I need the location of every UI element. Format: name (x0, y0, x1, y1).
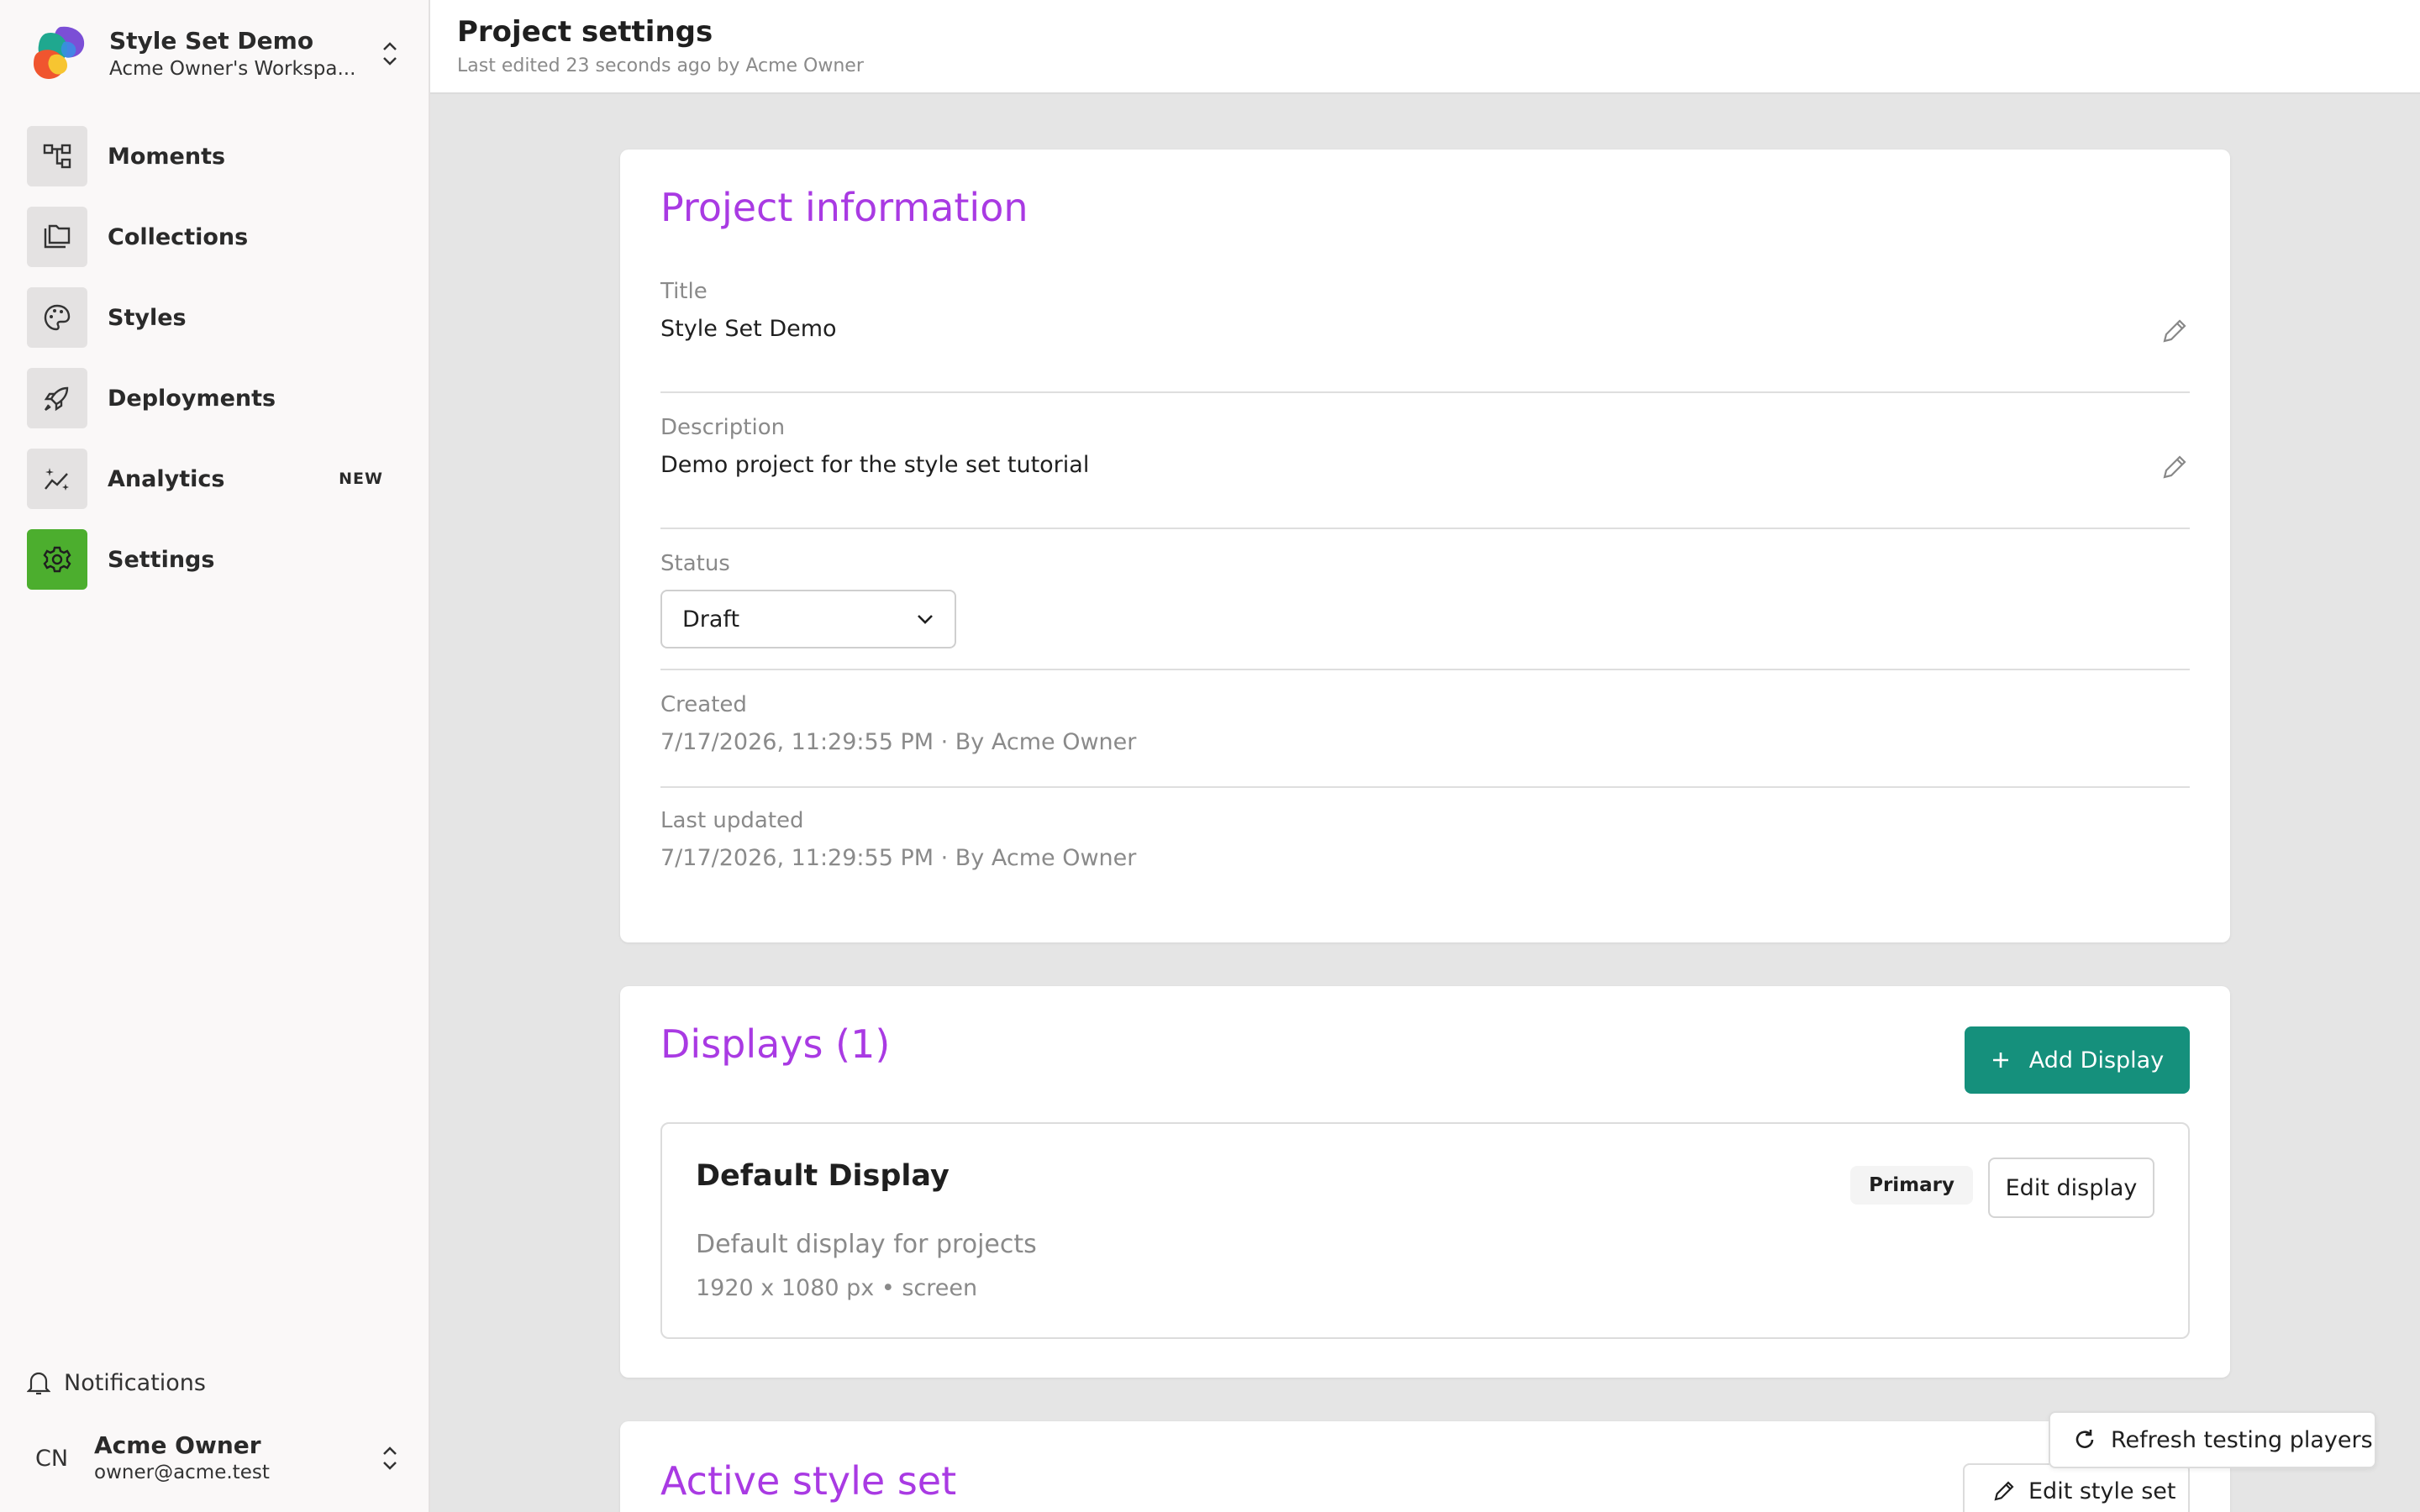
user-email: owner@acme.test (94, 1462, 270, 1483)
edit-title-pencil-icon[interactable] (2160, 316, 2190, 346)
displays-card: Displays (1) Add Display Default Display… (620, 986, 2230, 1378)
avatar: CN (35, 1445, 69, 1472)
section-title: Active style set (660, 1458, 957, 1504)
user-name: Acme Owner (94, 1431, 261, 1459)
last-updated-value: 7/17/2026, 11:29:55 PM · By Acme Owner (660, 845, 1137, 871)
sidebar-item-label: Moments (108, 143, 226, 170)
workspace-switcher[interactable]: Style Set Demo Acme Owner's Workspa... (27, 22, 403, 86)
sidebar-item-settings[interactable]: Settings (27, 529, 403, 590)
status-value: Draft (682, 606, 740, 633)
display-item: Default Display Primary Edit display Def… (660, 1122, 2190, 1339)
field-label: Description (660, 415, 786, 440)
page-title: Project settings (457, 15, 713, 49)
last-edited-text: Last edited 23 seconds ago by Acme Owner (457, 55, 864, 76)
primary-badge: Primary (1850, 1166, 1973, 1205)
field-label: Last updated (660, 808, 804, 833)
refresh-testing-players-button[interactable]: Refresh testing players (2049, 1411, 2376, 1468)
divider (660, 786, 2190, 788)
bell-icon (27, 1372, 50, 1395)
active-style-set-card: Active style set Edit style set (620, 1421, 2230, 1512)
user-menu[interactable]: CN Acme Owner owner@acme.test (27, 1428, 403, 1488)
created-field: Created 7/17/2026, 11:29:55 PM · By Acme… (660, 692, 2190, 755)
project-information-card: Project information Title Style Set Demo… (620, 150, 2230, 942)
rocket-icon (27, 368, 87, 428)
sidebar-nav: Moments Collections Styles Deployments A… (27, 126, 403, 610)
sparkle-chart-icon (27, 449, 87, 509)
gear-icon (27, 529, 87, 590)
divider (660, 391, 2190, 393)
display-meta: 1920 x 1080 px • screen (696, 1275, 978, 1301)
divider (660, 669, 2190, 670)
folders-icon (27, 207, 87, 267)
created-value: 7/17/2026, 11:29:55 PM · By Acme Owner (660, 729, 1137, 755)
chevron-down-icon (918, 615, 933, 624)
sidebar-item-deployments[interactable]: Deployments (27, 368, 403, 428)
refresh-testing-players-label: Refresh testing players (2111, 1426, 2373, 1453)
divider (660, 528, 2190, 529)
page-header: Project settings Last edited 23 seconds … (430, 0, 2420, 94)
workspace-subtitle: Acme Owner's Workspa... (109, 58, 356, 80)
display-description: Default display for projects (696, 1230, 1037, 1259)
edit-display-button[interactable]: Edit display (1988, 1158, 2154, 1218)
main-content: Project settings Last edited 23 seconds … (430, 0, 2420, 1512)
sidebar-item-label: Analytics (108, 465, 225, 492)
palette-icon (27, 287, 87, 348)
workspace-title: Style Set Demo (109, 27, 314, 55)
sidebar-item-label: Styles (108, 304, 187, 331)
description-field: Description Demo project for the style s… (660, 415, 2190, 499)
title-field: Title Style Set Demo (660, 279, 2190, 363)
pencil-icon (1994, 1481, 2014, 1501)
add-display-label: Add Display (2028, 1047, 2165, 1074)
sidebar-item-label: Settings (108, 546, 215, 573)
status-select[interactable]: Draft (660, 590, 956, 648)
refresh-icon (2075, 1430, 2094, 1448)
sidebar-item-styles[interactable]: Styles (27, 287, 403, 348)
section-title: Project information (660, 185, 1028, 230)
section-title: Displays (1) (660, 1021, 891, 1067)
field-label: Created (660, 692, 747, 717)
chevron-up-down-icon[interactable] (376, 1441, 403, 1475)
sidebar-item-moments[interactable]: Moments (27, 126, 403, 186)
sidebar-item-analytics[interactable]: Analytics NEW (27, 449, 403, 509)
app-logo-icon (34, 26, 85, 79)
sidebar-item-label: Collections (108, 223, 249, 250)
notifications-label: Notifications (64, 1369, 206, 1396)
field-label: Title (660, 279, 708, 304)
plus-icon (1992, 1053, 2008, 1068)
notifications-link[interactable]: Notifications (27, 1366, 206, 1399)
field-label: Status (660, 551, 730, 576)
sidebar-item-label: Deployments (108, 385, 276, 412)
edit-description-pencil-icon[interactable] (2160, 452, 2190, 482)
new-badge: NEW (339, 470, 383, 488)
flow-icon (27, 126, 87, 186)
project-title-value: Style Set Demo (660, 316, 837, 342)
sidebar: Style Set Demo Acme Owner's Workspa... M… (0, 0, 430, 1512)
status-field: Status Draft (660, 551, 2190, 648)
project-description-value: Demo project for the style set tutorial (660, 452, 1090, 478)
last-updated-field: Last updated 7/17/2026, 11:29:55 PM · By… (660, 808, 2190, 871)
chevron-up-down-icon[interactable] (376, 37, 403, 71)
edit-style-set-button[interactable]: Edit style set (1963, 1463, 2190, 1512)
edit-style-set-label: Edit style set (2028, 1478, 2176, 1504)
add-display-button[interactable]: Add Display (1965, 1026, 2190, 1094)
sidebar-item-collections[interactable]: Collections (27, 207, 403, 267)
display-name: Default Display (696, 1159, 950, 1193)
